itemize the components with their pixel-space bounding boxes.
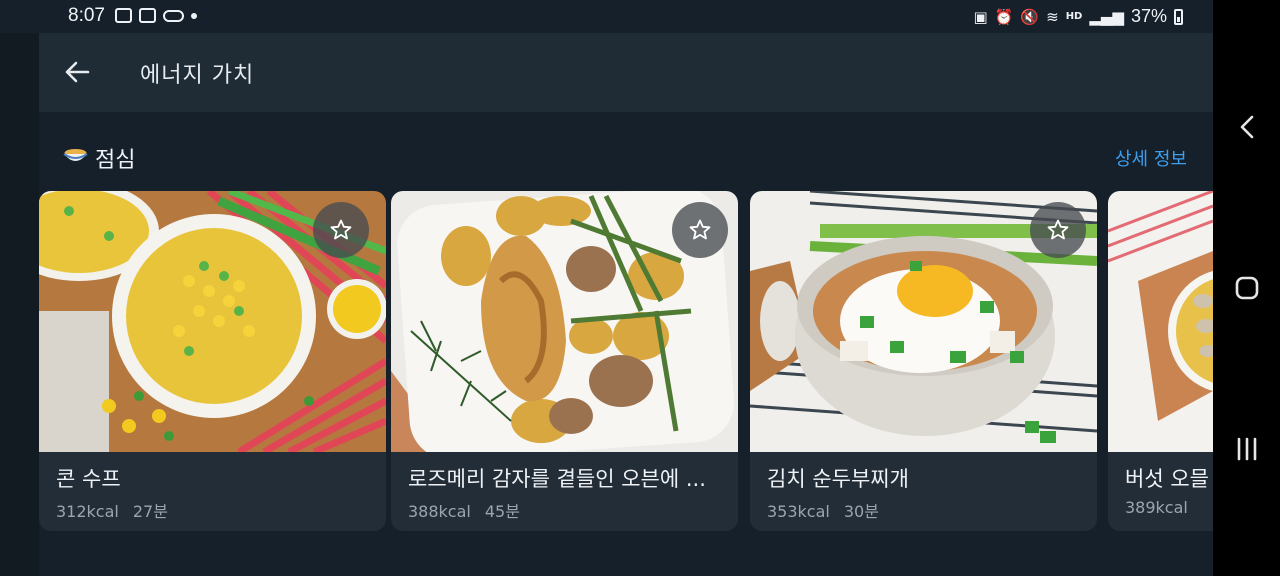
recipe-card[interactable]: 콘 수프 312kcal 27분: [39, 191, 386, 531]
favorite-button[interactable]: [672, 202, 728, 258]
recents-icon[interactable]: [1231, 433, 1263, 465]
favorite-button[interactable]: [313, 202, 369, 258]
star-outline-icon: [1047, 219, 1069, 240]
recipe-meta: 388kcal 45분: [408, 498, 520, 522]
details-link[interactable]: 상세 정보: [1115, 145, 1187, 171]
chevron-left-icon[interactable]: [1231, 111, 1263, 143]
alarm-icon: ⏰: [994, 7, 1014, 26]
mushroom-omelette-image: [1108, 191, 1213, 452]
recipe-kcal: 312kcal: [56, 502, 119, 521]
more-notifications-icon: [191, 12, 197, 19]
page-title: 에너지 가치: [140, 63, 255, 88]
app-bar: 에너지 가치: [39, 33, 1213, 112]
recipe-meta: 389kcal: [1125, 498, 1188, 517]
star-outline-icon: [330, 219, 352, 240]
system-icons: ▣ ⏰ 🔇 ≋ HD ▂▄▆ 37%: [974, 6, 1183, 27]
recipe-name: 콘 수프: [56, 467, 121, 491]
notification-icons: [115, 8, 197, 23]
recipe-card[interactable]: 로즈메리 감자를 곁들인 오븐에 ... 388kcal 45분: [391, 191, 738, 531]
side-strip: [0, 33, 39, 576]
recipe-meta: 312kcal 27분: [56, 498, 168, 522]
hd-voice-icon: HD: [1065, 10, 1083, 22]
battery-percent: 37%: [1130, 6, 1167, 26]
recipe-kcal: 353kcal: [767, 502, 830, 521]
recipe-kcal: 389kcal: [1125, 498, 1188, 517]
favorite-button[interactable]: [1030, 202, 1086, 258]
star-outline-icon: [689, 219, 711, 240]
mute-icon: 🔇: [1020, 7, 1040, 26]
recipe-time: 45분: [484, 502, 520, 521]
recipe-time: 30분: [843, 502, 879, 521]
recipe-name: 버섯 오믈: [1125, 467, 1209, 491]
battery-saver-icon: ▣: [973, 7, 988, 26]
section-title: 점심: [95, 148, 136, 173]
system-nav-bar: [1213, 0, 1280, 576]
recipe-card[interactable]: 김치 순두부찌개 353kcal 30분: [750, 191, 1097, 531]
battery-icon: [1174, 8, 1183, 25]
gallery-notification-icon: [115, 8, 132, 23]
status-time: 8:07: [68, 5, 105, 26]
recipe-kcal: 388kcal: [408, 502, 471, 521]
signal-icon: ▂▄▆: [1089, 7, 1124, 26]
arrow-left-icon[interactable]: [62, 57, 92, 87]
status-bar: 8:07 ▣ ⏰ 🔇 ≋ HD ▂▄▆ 37%: [0, 0, 1213, 33]
message-notification-icon: [163, 9, 184, 22]
recipe-meta: 353kcal 30분: [767, 498, 879, 522]
recipe-name: 김치 순두부찌개: [767, 467, 909, 491]
twitch-notification-icon: [139, 8, 156, 23]
home-icon[interactable]: [1231, 272, 1263, 304]
recipe-time: 27분: [132, 502, 168, 521]
wifi-icon: ≋: [1046, 7, 1059, 26]
bowl-icon: [63, 149, 88, 161]
recipe-name: 로즈메리 감자를 곁들인 오븐에 ...: [408, 467, 706, 491]
recipe-card[interactable]: 버섯 오믈 389kcal: [1108, 191, 1213, 531]
